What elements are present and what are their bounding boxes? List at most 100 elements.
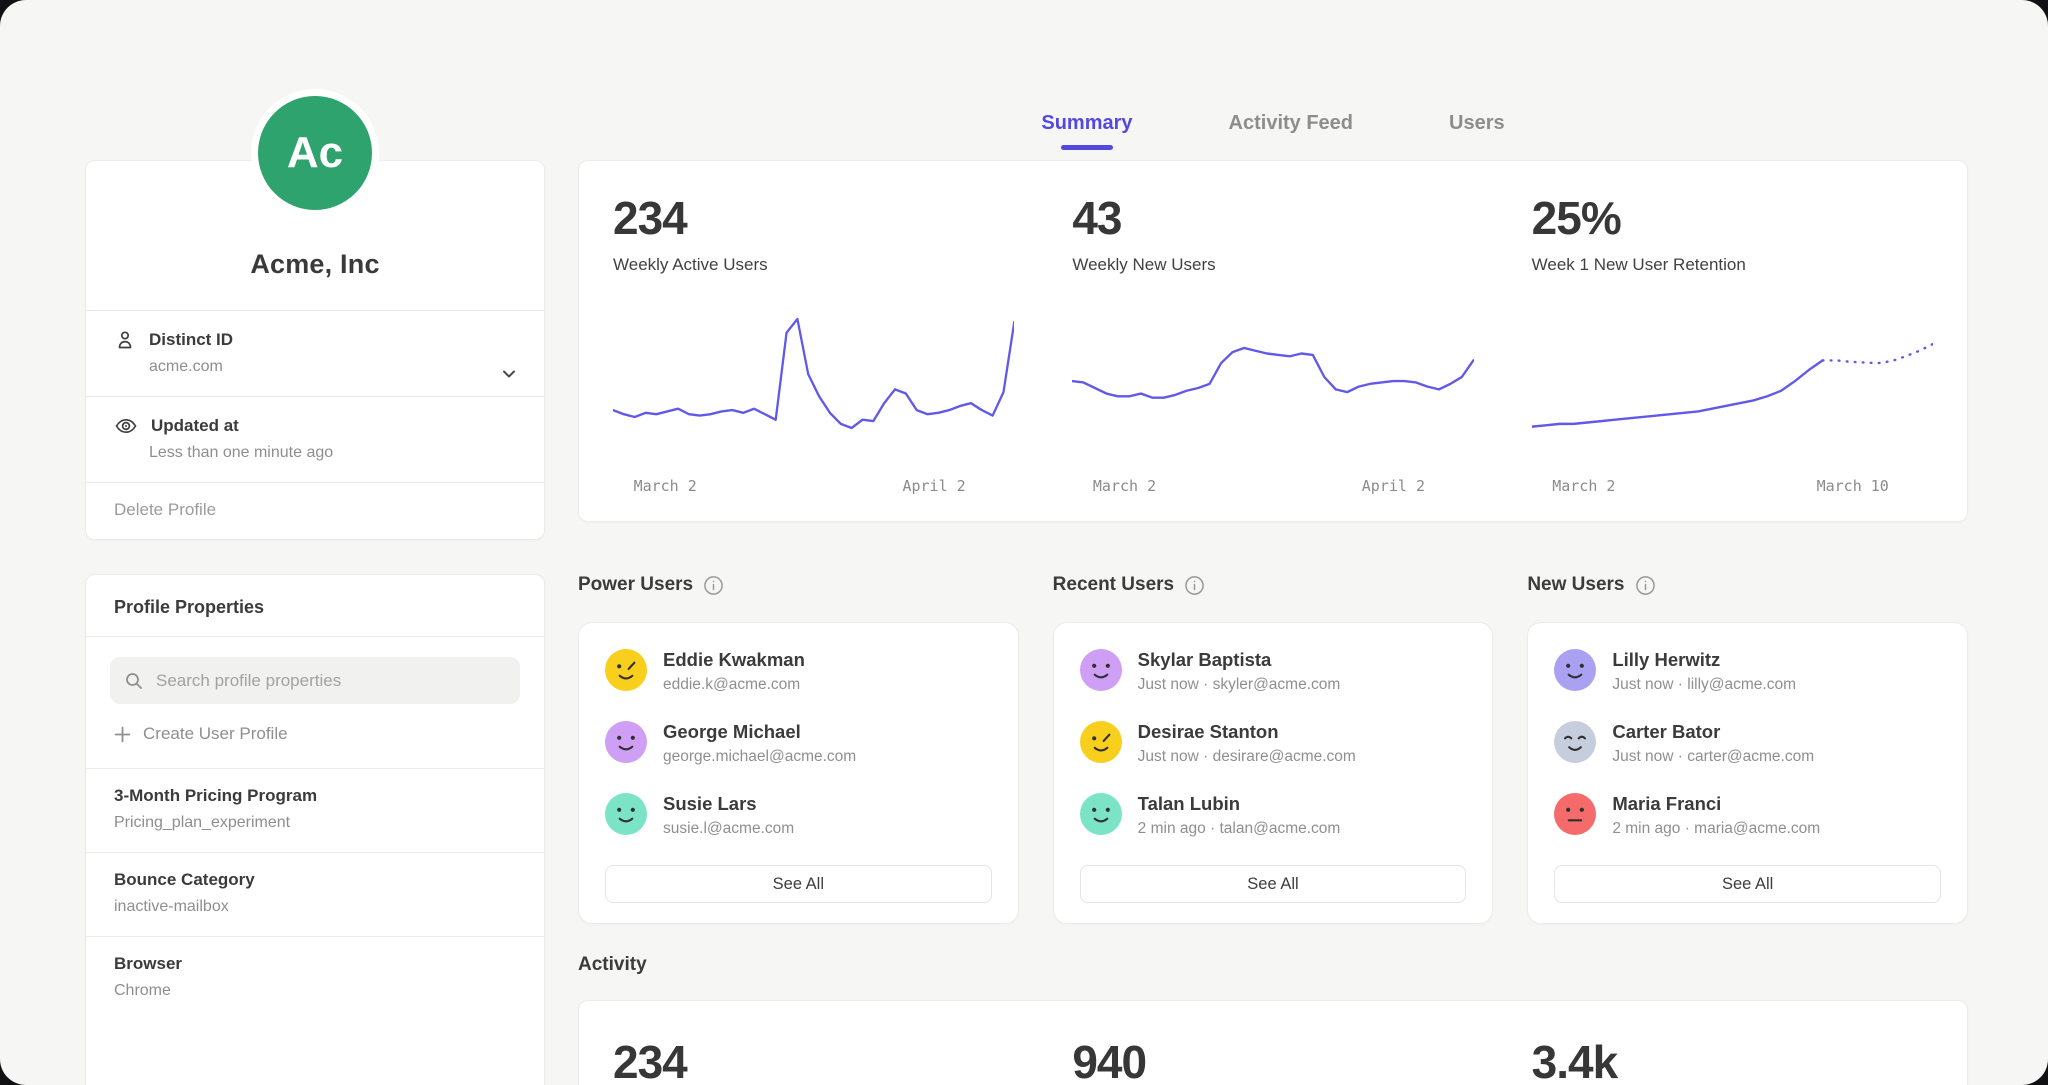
updated-at-row: Updated at Less than one minute ago xyxy=(86,396,544,482)
user-row[interactable]: Maria Franci 2 min ago · maria@acme.com xyxy=(1554,793,1941,840)
distinct-id-label: Distinct ID xyxy=(149,330,233,350)
tab-bar: Summary Activity Feed Users xyxy=(578,106,1968,156)
property-label: 3-Month Pricing Program xyxy=(114,786,516,806)
property-label: Browser xyxy=(114,954,516,974)
user-name: Talan Lubin xyxy=(1138,793,1341,815)
create-user-profile-button[interactable]: Create User Profile xyxy=(110,720,292,748)
user-avatar xyxy=(605,649,647,696)
info-icon[interactable] xyxy=(1184,575,1205,596)
user-name: Susie Lars xyxy=(663,793,794,815)
user-avatar xyxy=(1554,793,1596,840)
user-name: Carter Bator xyxy=(1612,721,1814,743)
user-list-title: Power Users xyxy=(578,574,693,596)
see-all-button[interactable]: See All xyxy=(605,865,992,903)
tab-summary[interactable]: Summary xyxy=(1037,106,1136,156)
user-meta: Just now · carter@acme.com xyxy=(1612,748,1814,766)
sidebar: Ac Acme, Inc Distinct ID acme.com xyxy=(85,0,545,1085)
property-label: Bounce Category xyxy=(114,870,516,890)
eye-icon xyxy=(114,415,138,437)
user-avatar xyxy=(1554,721,1596,768)
app-screen: Ac Acme, Inc Distinct ID acme.com xyxy=(0,0,2048,1085)
activity-stat-value: 234 xyxy=(613,1035,1014,1085)
user-list-title: Recent Users xyxy=(1053,574,1174,596)
person-icon xyxy=(114,329,136,351)
user-row[interactable]: Desirae Stanton Just now · desirare@acme… xyxy=(1080,721,1467,768)
user-row[interactable]: Susie Lars susie.l@acme.com xyxy=(605,793,992,840)
chart-line-solid xyxy=(613,319,1014,428)
chart-line-projection xyxy=(1822,344,1933,363)
user-row[interactable]: Talan Lubin 2 min ago · talan@acme.com xyxy=(1080,793,1467,840)
property-item-bounce-category[interactable]: Bounce Category inactive-mailbox xyxy=(86,852,544,936)
activity-title: Activity xyxy=(578,954,1968,976)
x-axis-tick: April 2 xyxy=(902,477,965,495)
distinct-id-row: Distinct ID acme.com xyxy=(86,310,544,396)
user-meta: Just now · lilly@acme.com xyxy=(1612,676,1796,694)
activity-card: 234 940 3.4k xyxy=(578,1000,1968,1085)
x-axis-tick: March 2 xyxy=(1093,477,1156,495)
user-row[interactable]: Eddie Kwakman eddie.k@acme.com xyxy=(605,649,992,696)
user-name: Eddie Kwakman xyxy=(663,649,805,671)
user-avatar xyxy=(1554,649,1596,696)
line-chart xyxy=(1072,313,1473,463)
user-avatar xyxy=(605,721,647,768)
search-icon xyxy=(124,671,144,691)
property-item-browser[interactable]: Browser Chrome xyxy=(86,936,544,1020)
user-avatar xyxy=(1080,793,1122,840)
user-list-sections: Power Users Eddie Kwakman eddie.k@acme.c… xyxy=(578,574,1968,924)
user-avatar xyxy=(605,793,647,840)
activity-stat-value: 940 xyxy=(1072,1035,1473,1085)
user-row[interactable]: Carter Bator Just now · carter@acme.com xyxy=(1554,721,1941,768)
user-meta: Just now · desirare@acme.com xyxy=(1138,748,1356,766)
user-name: Skylar Baptista xyxy=(1138,649,1341,671)
activity-stat-column: 3.4k xyxy=(1532,1035,1933,1085)
user-row[interactable]: Lilly Herwitz Just now · lilly@acme.com xyxy=(1554,649,1941,696)
tab-users[interactable]: Users xyxy=(1445,106,1509,156)
org-avatar: Ac xyxy=(251,89,379,217)
user-list-recent-users: Recent Users Skylar Baptista Just now · … xyxy=(1053,574,1494,924)
user-name: George Michael xyxy=(663,721,856,743)
chart-line-solid xyxy=(1072,348,1473,398)
property-value: Chrome xyxy=(114,982,516,1000)
plus-icon xyxy=(114,726,131,743)
user-row[interactable]: George Michael george.michael@acme.com xyxy=(605,721,992,768)
user-meta: 2 min ago · maria@acme.com xyxy=(1612,820,1820,838)
updated-at-label: Updated at xyxy=(151,416,239,436)
stat-label: Weekly New Users xyxy=(1072,255,1473,275)
x-axis-tick: March 2 xyxy=(634,477,697,495)
see-all-button[interactable]: See All xyxy=(1080,865,1467,903)
distinct-id-value: acme.com xyxy=(149,358,516,376)
property-item-3-month-pricing-program[interactable]: 3-Month Pricing Program Pricing_plan_exp… xyxy=(86,768,544,852)
info-icon[interactable] xyxy=(1635,575,1656,596)
profile-properties-search xyxy=(110,657,520,704)
user-avatar xyxy=(1080,721,1122,768)
tab-activity-feed[interactable]: Activity Feed xyxy=(1225,106,1357,156)
user-meta: Just now · skyler@acme.com xyxy=(1138,676,1341,694)
stat-label: Weekly Active Users xyxy=(613,255,1014,275)
user-list-new-users: New Users Lilly Herwitz Just now · lilly… xyxy=(1527,574,1968,924)
x-axis-tick: March 10 xyxy=(1817,477,1889,495)
user-avatar xyxy=(1080,649,1122,696)
activity-stat-column: 234 xyxy=(613,1035,1014,1085)
user-list-power-users: Power Users Eddie Kwakman eddie.k@acme.c… xyxy=(578,574,1019,924)
line-chart xyxy=(1532,313,1933,463)
org-avatar-initials: Ac xyxy=(287,128,343,178)
profile-properties-title: Profile Properties xyxy=(86,575,544,637)
user-name: Maria Franci xyxy=(1612,793,1820,815)
info-icon[interactable] xyxy=(703,575,724,596)
user-meta: susie.l@acme.com xyxy=(663,820,794,838)
x-axis-tick: April 2 xyxy=(1362,477,1425,495)
activity-stat-value: 3.4k xyxy=(1532,1035,1933,1085)
stat-column: 234 Weekly Active Users March 2 April 2 xyxy=(613,191,1014,499)
user-row[interactable]: Skylar Baptista Just now · skyler@acme.c… xyxy=(1080,649,1467,696)
stat-column: 43 Weekly New Users March 2 April 2 xyxy=(1072,191,1473,499)
search-input[interactable] xyxy=(110,657,520,704)
delete-profile-button[interactable]: Delete Profile xyxy=(86,483,544,539)
create-user-profile-label: Create User Profile xyxy=(143,724,288,744)
summary-card: 234 Weekly Active Users March 2 April 2 … xyxy=(578,160,1968,522)
chevron-down-icon[interactable] xyxy=(498,363,520,385)
see-all-button[interactable]: See All xyxy=(1554,865,1941,903)
profile-card: Ac Acme, Inc Distinct ID acme.com xyxy=(85,160,545,540)
main-panel: Summary Activity Feed Users 234 Weekly Act… xyxy=(578,0,1968,1085)
user-name: Lilly Herwitz xyxy=(1612,649,1796,671)
stat-column: 25% Week 1 New User Retention March 2 Ma… xyxy=(1532,191,1933,499)
